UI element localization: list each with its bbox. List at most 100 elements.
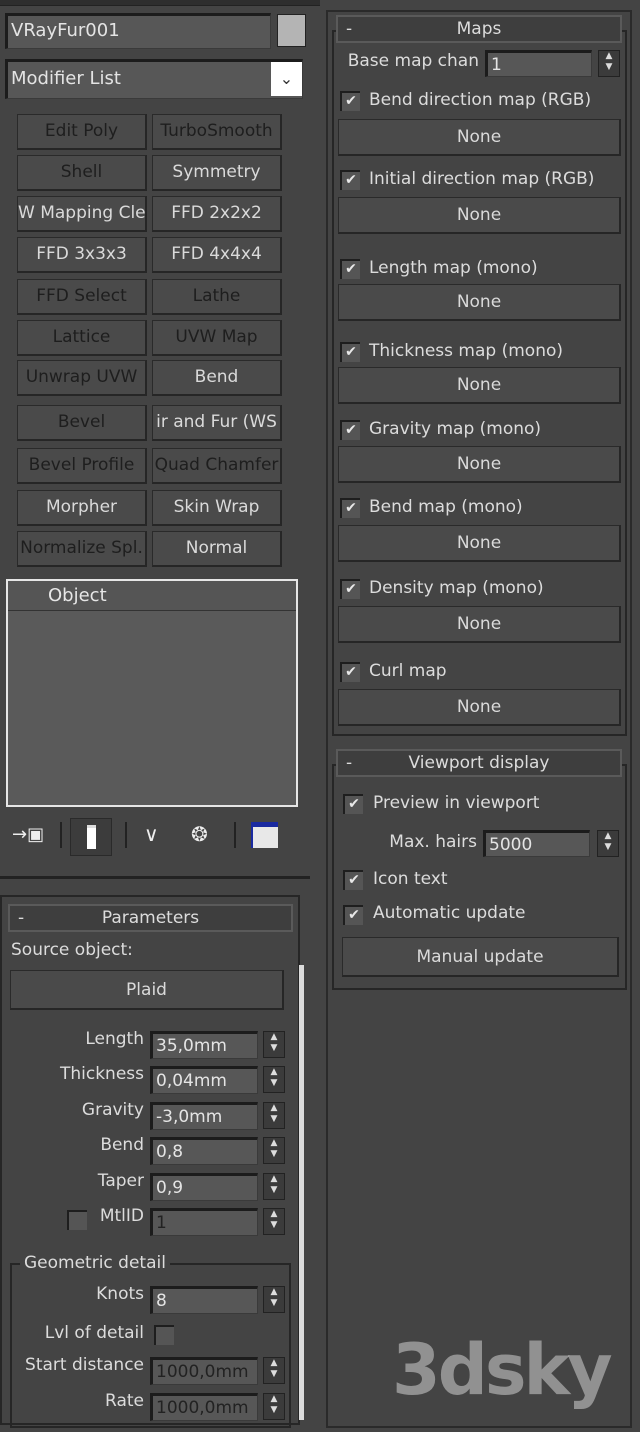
modifier-button[interactable]: Skin Wrap: [152, 490, 282, 526]
param-spinner[interactable]: ▲ ▼: [263, 1102, 285, 1129]
map-slot-button[interactable]: None: [338, 606, 621, 643]
param-input[interactable]: -3,0mm: [150, 1102, 258, 1130]
modifier-button[interactable]: FFD 4x4x4: [152, 237, 282, 273]
source-object-button[interactable]: Plaid: [10, 970, 284, 1010]
param-spinner[interactable]: ▲ ▼: [263, 1066, 285, 1093]
start-spinner[interactable]: ▲ ▼: [263, 1357, 285, 1384]
manual-update-button[interactable]: Manual update: [342, 937, 619, 977]
modifier-list-dropdown[interactable]: Modifier List ⌄: [5, 59, 303, 99]
remove-modifier-icon[interactable]: ❂: [191, 822, 208, 846]
map-slot-button[interactable]: None: [338, 284, 621, 321]
map-checkbox[interactable]: ✔: [340, 420, 360, 440]
rate-spinner[interactable]: ▲ ▼: [263, 1393, 285, 1420]
map-slot-button[interactable]: None: [338, 689, 621, 726]
lod-label: Lvl of detail: [44, 1323, 144, 1343]
modifier-button[interactable]: Unwrap UVW: [17, 360, 147, 396]
modifier-button[interactable]: FFD 3x3x3: [17, 237, 147, 273]
modifier-button[interactable]: Quad Chamfer: [152, 448, 282, 484]
map-slot-button[interactable]: None: [338, 446, 621, 483]
make-unique-icon[interactable]: ∨: [144, 822, 159, 846]
modifier-button[interactable]: Lathe: [152, 279, 282, 315]
max-hairs-label: Max. hairs: [389, 832, 477, 852]
configure-modifier-sets-icon[interactable]: [251, 822, 278, 848]
map-label: Initial direction map (RGB): [369, 169, 595, 189]
show-end-result-icon[interactable]: [70, 818, 112, 856]
modifier-button[interactable]: Bend: [152, 360, 282, 396]
knots-spinner[interactable]: ▲ ▼: [263, 1286, 285, 1313]
viewport-header[interactable]: - Viewport display: [336, 749, 622, 777]
param-label: Bend: [100, 1135, 144, 1155]
modifier-button[interactable]: W Mapping Cle: [17, 196, 147, 232]
map-label: Curl map: [369, 661, 447, 681]
base-map-chan-spinner[interactable]: ▲ ▼: [598, 50, 620, 77]
map-checkbox[interactable]: ✔: [340, 259, 360, 279]
modifier-button[interactable]: TurboSmooth: [152, 114, 282, 150]
object-color-swatch[interactable]: [277, 14, 306, 47]
parameters-header[interactable]: - Parameters: [8, 904, 293, 932]
map-checkbox[interactable]: ✔: [340, 91, 360, 111]
modifier-button[interactable]: UVW Map: [152, 320, 282, 356]
pin-stack-icon[interactable]: →▣: [12, 824, 44, 845]
divider: [60, 822, 62, 848]
start-input[interactable]: 1000,0mm: [150, 1357, 258, 1385]
map-label: Bend map (mono): [369, 497, 523, 517]
knots-label: Knots: [96, 1284, 144, 1304]
map-label: Density map (mono): [369, 578, 544, 598]
max-hairs-input[interactable]: 5000: [483, 830, 590, 857]
modifier-button[interactable]: Normalize Spl.: [17, 531, 147, 567]
param-input[interactable]: 1: [150, 1208, 258, 1236]
max-hairs-spinner[interactable]: ▲ ▼: [597, 830, 619, 857]
icon-text-checkbox[interactable]: ✔: [343, 870, 363, 890]
param-input[interactable]: 0,9: [150, 1173, 258, 1201]
param-input[interactable]: 35,0mm: [150, 1031, 258, 1059]
map-checkbox[interactable]: ✔: [340, 498, 360, 518]
auto-update-checkbox[interactable]: ✔: [343, 905, 363, 925]
modifier-button[interactable]: Shell: [17, 155, 147, 191]
preview-label: Preview in viewport: [373, 793, 540, 813]
modifier-button[interactable]: Bevel: [17, 405, 147, 441]
divider: [125, 822, 127, 848]
base-map-chan-input[interactable]: 1: [485, 50, 592, 77]
start-label: Start distance: [25, 1355, 144, 1375]
rate-input[interactable]: 1000,0mm: [150, 1393, 258, 1421]
knots-input[interactable]: 8: [150, 1286, 258, 1314]
map-checkbox[interactable]: ✔: [340, 662, 360, 682]
modifier-button[interactable]: Edit Poly: [17, 114, 147, 150]
map-checkbox[interactable]: ✔: [340, 342, 360, 362]
map-checkbox[interactable]: ✔: [340, 579, 360, 599]
param-spinner[interactable]: ▲ ▼: [263, 1173, 285, 1200]
stack-toolbar: →▣ ∨ ❂: [8, 818, 308, 858]
map-slot-button[interactable]: None: [338, 367, 621, 404]
param-input[interactable]: 0,8: [150, 1137, 258, 1165]
rollout-title: Maps: [456, 19, 502, 39]
param-spinner[interactable]: ▲ ▼: [263, 1031, 285, 1058]
scrollbar[interactable]: [299, 965, 304, 1420]
preview-checkbox[interactable]: ✔: [343, 794, 363, 814]
modifier-button[interactable]: Bevel Profile: [17, 448, 147, 484]
map-slot-button[interactable]: None: [338, 525, 621, 562]
modifier-button[interactable]: FFD 2x2x2: [152, 196, 282, 232]
stack-item-object[interactable]: Object: [8, 581, 296, 611]
modifier-button[interactable]: ir and Fur (WS: [152, 405, 282, 441]
modifier-button[interactable]: Normal: [152, 531, 282, 567]
maps-header[interactable]: - Maps: [336, 15, 622, 43]
watermark-logo: 3dsky: [392, 1329, 613, 1411]
map-checkbox[interactable]: ✔: [340, 170, 360, 190]
base-map-chan-label: Base map chan: [347, 51, 479, 71]
modifier-button[interactable]: Lattice: [17, 320, 147, 356]
chevron-down-icon[interactable]: ⌄: [271, 62, 302, 96]
param-input[interactable]: 0,04mm: [150, 1066, 258, 1094]
map-slot-button[interactable]: None: [338, 119, 621, 156]
param-spinner[interactable]: ▲ ▼: [263, 1137, 285, 1164]
modifier-button[interactable]: FFD Select: [17, 279, 147, 315]
rollout-title: Viewport display: [408, 753, 550, 773]
param-label: Gravity: [81, 1100, 144, 1120]
mtlid-checkbox[interactable]: [67, 1210, 87, 1230]
map-slot-button[interactable]: None: [338, 197, 621, 234]
modifier-stack[interactable]: Object: [6, 579, 298, 807]
object-name-input[interactable]: VRayFur001: [5, 13, 271, 49]
param-spinner[interactable]: ▲ ▼: [263, 1208, 285, 1235]
modifier-button[interactable]: Symmetry: [152, 155, 282, 191]
modifier-button[interactable]: Morpher: [17, 490, 147, 526]
lod-checkbox[interactable]: [154, 1325, 174, 1345]
